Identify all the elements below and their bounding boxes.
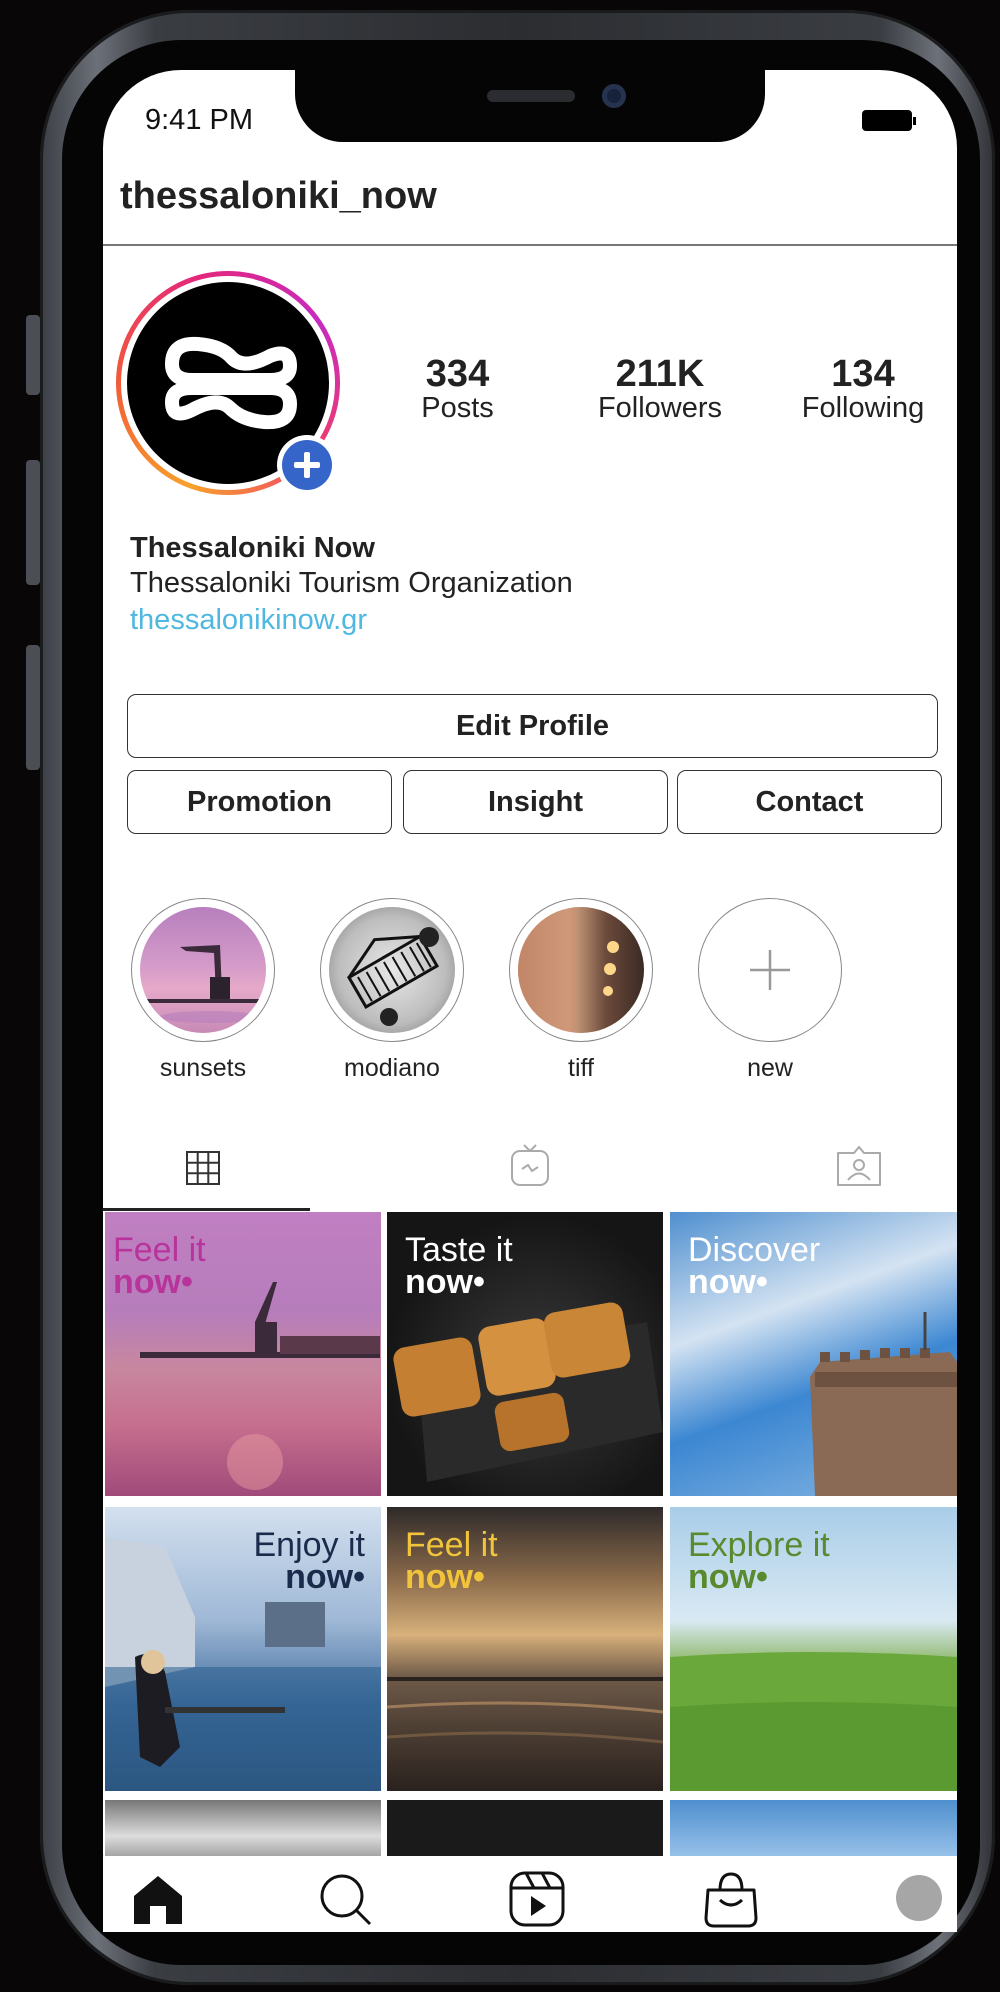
post-caption-line2: now•	[405, 1263, 485, 1301]
post-tile[interactable]: Feel it now•	[105, 1212, 381, 1496]
stat-followers-value: 211K	[615, 353, 705, 395]
post-caption: Feel it now•	[113, 1231, 206, 1301]
phone-notch	[295, 70, 765, 142]
tagged-icon[interactable]	[836, 1143, 882, 1187]
contact-button[interactable]: Contact	[677, 770, 942, 834]
stat-posts-label: Posts	[421, 392, 494, 424]
add-story-icon[interactable]	[282, 440, 332, 490]
post-caption-line1: Discover	[688, 1231, 821, 1269]
post-caption-line1: Taste it	[405, 1231, 513, 1269]
profile-username[interactable]: thessaloniki_now	[120, 175, 437, 218]
post-caption: Feel it now•	[405, 1526, 498, 1596]
brand-logo-icon	[165, 336, 297, 430]
phone-side-button	[26, 315, 40, 395]
highlight-label: modiano	[344, 1054, 440, 1082]
cinema-image	[518, 907, 619, 1033]
promotion-button[interactable]: Promotion	[127, 770, 392, 834]
highlight-modiano[interactable]: modiano	[318, 898, 466, 1083]
stat-following-label: Following	[801, 392, 925, 424]
post-caption-line2: now•	[688, 1263, 768, 1301]
post-caption: Discover now•	[688, 1231, 821, 1301]
stat-followers[interactable]: 211K Followers	[580, 353, 740, 425]
post-caption-line2: now•	[688, 1558, 768, 1596]
post-caption-line1: Enjoy it	[253, 1526, 366, 1564]
highlight-label: new	[747, 1054, 793, 1082]
highlight-tiff[interactable]: tiff	[507, 898, 655, 1083]
post-caption-line2: now•	[285, 1558, 365, 1596]
profile-display-name: Thessaloniki Now	[130, 532, 375, 564]
post-caption-line2: now•	[405, 1558, 485, 1596]
highlight-cover	[131, 898, 275, 1042]
post-tile[interactable]: Explore it now•	[670, 1507, 957, 1791]
post-tile[interactable]	[105, 1800, 381, 1860]
grid-icon[interactable]	[185, 1150, 221, 1186]
highlight-sunsets[interactable]: sunsets	[129, 898, 277, 1083]
stat-following-value: 134	[831, 353, 895, 395]
highlight-new[interactable]: new	[696, 898, 844, 1083]
post-caption-line1: Explore it	[688, 1526, 830, 1564]
post-tile[interactable]: Enjoy it now•	[105, 1507, 381, 1791]
plus-icon	[750, 950, 790, 990]
shop-icon[interactable]	[700, 1868, 762, 1930]
stat-followers-label: Followers	[597, 392, 723, 424]
highlight-label: tiff	[568, 1054, 594, 1082]
stat-posts[interactable]: 334 Posts	[400, 353, 515, 425]
post-caption: Enjoy it now•	[235, 1526, 366, 1596]
insight-button[interactable]: Insight	[403, 770, 668, 834]
post-caption: Taste it now•	[405, 1231, 513, 1301]
phone-volume-up	[26, 460, 40, 585]
battery-icon	[862, 110, 916, 131]
profile-website-link[interactable]: thessalonikinow.gr	[130, 604, 367, 637]
tv-icon[interactable]	[510, 1143, 550, 1187]
home-icon[interactable]	[130, 1872, 186, 1924]
phone-volume-down	[26, 645, 40, 770]
status-time: 9:41 PM	[145, 104, 253, 136]
header-divider	[103, 244, 957, 246]
post-caption: Explore it now•	[688, 1526, 830, 1596]
highlight-cover	[698, 898, 842, 1042]
post-caption-line1: Feel it	[113, 1231, 206, 1269]
post-tile[interactable]: Discover now•	[670, 1212, 957, 1496]
crane-image	[140, 945, 266, 1023]
search-icon[interactable]	[318, 1872, 374, 1928]
edit-profile-button[interactable]: Edit Profile	[127, 694, 938, 758]
post-tile[interactable]	[670, 1800, 957, 1860]
profile-bio: Thessaloniki Tourism Organization	[130, 567, 573, 599]
reels-icon[interactable]	[508, 1870, 566, 1928]
post-tile[interactable]: Taste it now•	[387, 1212, 663, 1496]
highlight-cover	[509, 898, 653, 1042]
market-image	[346, 927, 440, 1026]
post-caption-line1: Feel it	[405, 1526, 498, 1564]
stat-following[interactable]: 134 Following	[783, 353, 943, 425]
front-camera	[602, 84, 626, 108]
post-caption-line2: now•	[113, 1263, 193, 1301]
highlight-label: sunsets	[159, 1054, 247, 1082]
stat-posts-value: 334	[425, 353, 490, 395]
selected-tab-indicator	[103, 1208, 310, 1211]
highlight-cover	[320, 898, 464, 1042]
profile-avatar[interactable]	[896, 1875, 942, 1921]
post-tile[interactable]: Feel it now•	[387, 1507, 663, 1791]
speaker-grille	[487, 90, 575, 102]
post-tile[interactable]	[387, 1800, 663, 1860]
